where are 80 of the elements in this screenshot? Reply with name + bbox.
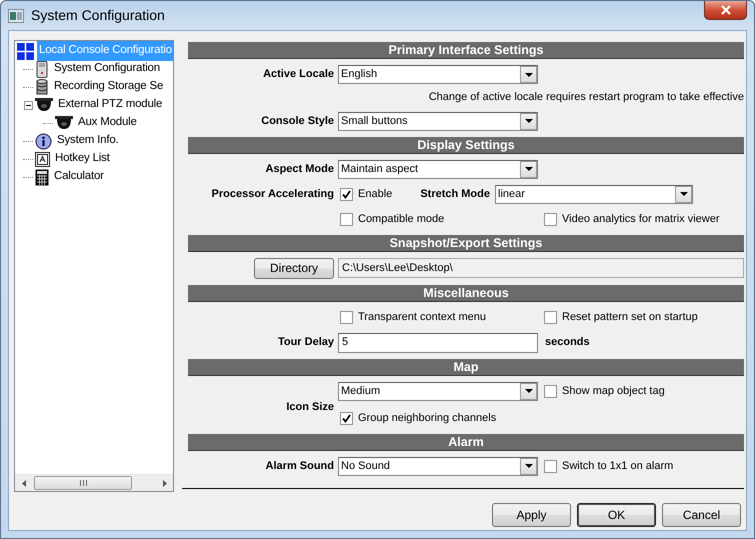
- dropdown-button[interactable]: [520, 160, 537, 178]
- checkbox[interactable]: [544, 310, 557, 324]
- section-header: Miscellaneous: [188, 284, 744, 302]
- section-header: Display Settings: [188, 136, 744, 154]
- grip-icon: [78, 480, 88, 486]
- checkbox-label[interactable]: Enable: [358, 186, 392, 202]
- checkbox-label[interactable]: Video analytics for matrix viewer: [562, 210, 720, 228]
- dropdown-button[interactable]: [520, 458, 537, 474]
- dropdown[interactable]: Small buttons: [338, 112, 538, 130]
- caret-icon: [524, 167, 532, 171]
- checkbox[interactable]: [544, 212, 557, 226]
- checkbox-label[interactable]: Transparent context menu: [358, 308, 486, 326]
- checkbox[interactable]: [544, 460, 557, 472]
- dialog-button[interactable]: OK: [577, 503, 656, 527]
- checkbox[interactable]: [340, 412, 353, 424]
- tree-item[interactable]: System Info.: [55, 131, 121, 151]
- tree-item[interactable]: Aux Module: [76, 113, 139, 133]
- calculator-icon: [35, 168, 49, 186]
- dome-camera-icon: [35, 98, 53, 112]
- checkbox-label[interactable]: Reset pattern set on startup: [562, 308, 698, 326]
- key-icon: [35, 152, 50, 166]
- info-icon: [35, 132, 52, 150]
- tree-item[interactable]: System Configuration: [52, 59, 162, 79]
- collapse-toggle[interactable]: [24, 100, 32, 110]
- window-title: System Configuration: [31, 6, 165, 25]
- server-icon: [35, 60, 49, 78]
- section-header: Alarm: [188, 434, 744, 450]
- app-icon: [8, 8, 24, 22]
- dropdown[interactable]: No Sound: [338, 456, 538, 476]
- dropdown[interactable]: Medium: [338, 382, 538, 400]
- checkbox-label[interactable]: Compatible mode: [358, 210, 444, 228]
- dropdown-button[interactable]: [675, 186, 692, 202]
- caret-icon: [524, 72, 532, 76]
- directory-button[interactable]: Directory: [254, 258, 334, 278]
- caret-icon: [524, 119, 532, 123]
- tree-item[interactable]: External PTZ module: [56, 95, 164, 115]
- dropdown[interactable]: linear: [495, 184, 693, 204]
- checkbox[interactable]: [340, 310, 353, 324]
- caret-icon: [680, 192, 688, 196]
- field-label: Icon Size: [285, 400, 334, 416]
- checkbox-label[interactable]: Switch to 1x1 on alarm: [562, 458, 674, 474]
- dialog-button[interactable]: Apply: [492, 503, 571, 527]
- checkbox-label[interactable]: Group neighboring channels: [358, 410, 496, 426]
- field-label: Processor Accelerating: [210, 186, 334, 202]
- field-label: Active Locale: [262, 67, 334, 82]
- checkbox[interactable]: [544, 384, 557, 398]
- path-field[interactable]: C:\Users\Lee\Desktop\: [338, 258, 744, 278]
- section-header: Map: [188, 358, 744, 376]
- caret-icon: [524, 464, 532, 468]
- field-label: Aspect Mode: [264, 162, 334, 177]
- dropdown-button[interactable]: [520, 382, 537, 400]
- hint-text: Change of active locale requires restart program to take effective: [428, 90, 744, 105]
- dropdown[interactable]: Maintain aspect: [338, 160, 538, 178]
- close-icon: [720, 5, 732, 15]
- close-button[interactable]: [704, 1, 747, 20]
- tree-item[interactable]: Calculator: [52, 167, 106, 187]
- grid-icon: [17, 42, 34, 60]
- caret-icon: [524, 389, 532, 393]
- checkbox[interactable]: [340, 188, 353, 200]
- input-field[interactable]: 5: [338, 332, 538, 352]
- unit-label: seconds: [544, 335, 591, 350]
- section-header: Snapshot/Export Settings: [188, 234, 744, 252]
- checkbox[interactable]: [340, 212, 353, 226]
- field-label: Stretch Mode: [419, 186, 490, 202]
- database-icon: [35, 78, 49, 96]
- field-label: Tour Delay: [276, 335, 334, 350]
- dropdown[interactable]: English: [338, 65, 538, 84]
- field-label: Console Style: [260, 114, 334, 129]
- checkbox-label[interactable]: Show map object tag: [562, 382, 665, 400]
- scroll-left-icon: [20, 480, 26, 486]
- tree-item[interactable]: Hotkey List: [53, 149, 112, 169]
- dialog-button[interactable]: Cancel: [662, 503, 741, 527]
- section-header: Primary Interface Settings: [188, 42, 744, 59]
- field-label: Alarm Sound: [264, 458, 334, 474]
- dome-camera-icon: [55, 116, 73, 130]
- tree-item[interactable]: Recording Storage Se: [52, 77, 166, 97]
- horizontal-scrollbar[interactable]: [15, 474, 173, 491]
- dropdown-button[interactable]: [520, 112, 537, 130]
- dropdown-button[interactable]: [520, 66, 537, 83]
- scroll-right-icon: [162, 480, 168, 486]
